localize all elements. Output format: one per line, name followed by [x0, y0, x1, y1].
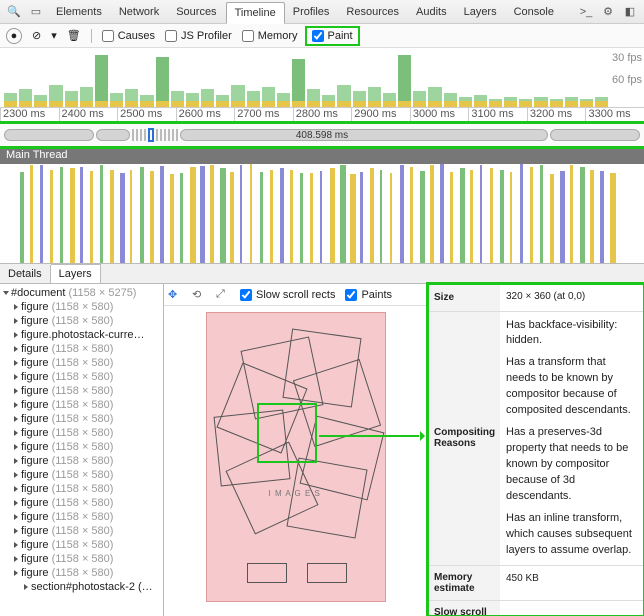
tree-row[interactable]: figure (1158 × 580) [0, 398, 163, 412]
tree-row[interactable]: figure (1158 × 580) [0, 552, 163, 566]
pointer-arrow [319, 435, 419, 437]
selected-layer-outline[interactable] [257, 403, 317, 463]
prop-size-value: 320 × 360 (at 0,0) [500, 284, 644, 311]
causes-checkbox[interactable]: Causes [102, 30, 155, 42]
paints-checkbox[interactable]: Paints [345, 289, 392, 301]
prop-memory-key: Memory estimate [428, 566, 500, 600]
panel-tabs: ElementsNetworkSourcesTimelineProfilesRe… [48, 1, 563, 23]
prop-reasons-key: Compositing Reasons [428, 312, 500, 565]
tree-row[interactable]: figure (1158 × 580) [0, 524, 163, 538]
prop-reasons-value: Has backface-visibility: hidden.Has a tr… [500, 312, 644, 565]
filter-icon[interactable]: ▾ [51, 29, 57, 42]
move-icon[interactable]: ✥ [168, 288, 182, 302]
tree-row[interactable]: figure (1158 × 580) [0, 468, 163, 482]
tree-row[interactable]: figure (1158 × 580) [0, 440, 163, 454]
layer-canvas-panel: ✥ ⟲ ⤢ Slow scroll rects Paints I M A G E… [164, 284, 428, 616]
tree-row[interactable]: #document (1158 × 5275) [0, 286, 163, 300]
tree-row[interactable]: figure (1158 × 580) [0, 412, 163, 426]
prop-slowscroll-key: Slow scroll regions [428, 601, 500, 616]
record-button[interactable]: ● [6, 28, 22, 44]
tab-profiles[interactable]: Profiles [285, 2, 339, 22]
fps-labels: 30 fps 60 fps [612, 52, 642, 96]
fps-chart[interactable]: 30 fps 60 fps [0, 48, 644, 108]
reset-icon[interactable]: ⤢ [216, 288, 230, 302]
device-icon[interactable]: ▭ [26, 2, 46, 22]
prop-slowscroll-value [500, 601, 644, 616]
tree-row[interactable]: figure (1158 × 580) [0, 566, 163, 580]
prop-size-key: Size [428, 284, 500, 311]
tree-row[interactable]: figure (1158 × 580) [0, 482, 163, 496]
thread-header: Main Thread [0, 146, 644, 164]
tree-row[interactable]: figure (1158 × 580) [0, 356, 163, 370]
jsprofiler-checkbox[interactable]: JS Profiler [165, 30, 232, 42]
bottom-tab-layers[interactable]: Layers [51, 264, 101, 283]
tree-row[interactable]: figure (1158 × 580) [0, 454, 163, 468]
drawer-icon[interactable]: >_ [576, 2, 596, 22]
tab-layers[interactable]: Layers [456, 2, 506, 22]
tree-row[interactable]: figure.photostack-curre… [0, 328, 163, 342]
tree-row[interactable]: figure (1158 × 580) [0, 370, 163, 384]
dock-icon[interactable]: ◧ [620, 2, 640, 22]
flame-chart[interactable] [0, 164, 644, 264]
tree-row[interactable]: section#photostack-2 (… [0, 580, 163, 594]
tab-elements[interactable]: Elements [48, 2, 111, 22]
layer-canvas[interactable]: I M A G E S [164, 306, 427, 616]
time-axis: 2300 ms2400 ms2500 ms2600 ms2700 ms2800 … [0, 108, 644, 124]
tab-sources[interactable]: Sources [168, 2, 225, 22]
layer-outline[interactable] [286, 457, 367, 538]
tab-timeline[interactable]: Timeline [226, 2, 285, 24]
tab-console[interactable]: Console [506, 2, 563, 22]
search-icon[interactable]: 🔍 [4, 2, 24, 22]
canvas-toolbar: ✥ ⟲ ⤢ Slow scroll rects Paints [164, 284, 427, 306]
tree-row[interactable]: figure (1158 × 580) [0, 510, 163, 524]
tree-row[interactable]: figure (1158 × 580) [0, 342, 163, 356]
garbage-icon[interactable]: 🗑 [67, 29, 81, 42]
tab-audits[interactable]: Audits [408, 2, 456, 22]
tree-row[interactable]: figure (1158 × 580) [0, 300, 163, 314]
timeline-toolbar: ● ⊘ ▾ 🗑 Causes JS Profiler Memory Paint [0, 24, 644, 48]
layer-properties: Size 320 × 360 (at 0,0) Compositing Reas… [428, 284, 644, 616]
overview-strip[interactable]: 408.598 ms [0, 124, 644, 146]
rotate-icon[interactable]: ⟲ [192, 288, 206, 302]
layer-tree: #document (1158 × 5275)figure (1158 × 58… [0, 284, 164, 616]
devtools-toolbar: 🔍 ▭ ElementsNetworkSourcesTimelineProfil… [0, 0, 644, 24]
tree-row[interactable]: figure (1158 × 580) [0, 538, 163, 552]
memory-checkbox[interactable]: Memory [242, 30, 298, 42]
paint-checkbox[interactable]: Paint [308, 29, 357, 43]
gear-icon[interactable]: ⚙ [598, 2, 618, 22]
slowrects-checkbox[interactable]: Slow scroll rects [240, 289, 335, 301]
tab-resources[interactable]: Resources [338, 2, 408, 22]
overview-selection[interactable] [148, 128, 154, 142]
bottom-tab-details[interactable]: Details [0, 265, 51, 283]
tree-row[interactable]: figure (1158 × 580) [0, 496, 163, 510]
tree-row[interactable]: figure (1158 × 580) [0, 426, 163, 440]
tree-row[interactable]: figure (1158 × 580) [0, 314, 163, 328]
clear-icon[interactable]: ⊘ [32, 29, 41, 42]
tab-network[interactable]: Network [111, 2, 168, 22]
bottom-tabs: DetailsLayers [0, 264, 644, 284]
overview-range-label: 408.598 ms [296, 130, 348, 141]
prop-memory-value: 450 KB [500, 566, 644, 600]
layers-panel: #document (1158 × 5275)figure (1158 × 58… [0, 284, 644, 616]
tree-row[interactable]: figure (1158 × 580) [0, 384, 163, 398]
